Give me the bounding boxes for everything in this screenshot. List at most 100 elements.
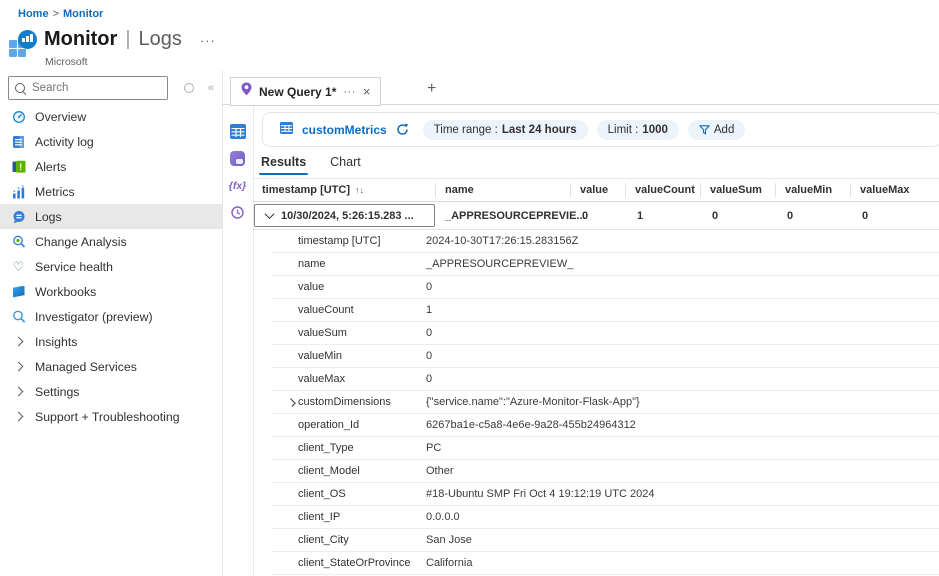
sort-icons[interactable]: ↑↓ bbox=[355, 185, 364, 195]
sidebar-item-insights[interactable]: Insights bbox=[0, 329, 222, 354]
detail-row[interactable]: valueSum 0 bbox=[272, 322, 939, 345]
sidebar-item-support[interactable]: Support + Troubleshooting bbox=[0, 404, 222, 429]
results-tabs: Results Chart bbox=[259, 153, 363, 175]
new-tab-button[interactable]: + bbox=[427, 80, 436, 98]
column-header-value[interactable]: value bbox=[570, 179, 625, 201]
sidebar-item-settings[interactable]: Settings bbox=[0, 379, 222, 404]
grid-header: timestamp [UTC]↑↓ name value valueCount … bbox=[253, 178, 939, 202]
sidebar-item-label: Service health bbox=[35, 260, 113, 274]
detail-value: 0 bbox=[426, 327, 432, 339]
row-timestamp: 10/30/2024, 5:26:15.283 ... bbox=[281, 210, 414, 222]
detail-value: 0 bbox=[426, 281, 432, 293]
query-tab[interactable]: New Query 1* ··· × bbox=[230, 77, 381, 106]
collapse-sidebar-icon[interactable]: « bbox=[208, 82, 214, 94]
detail-row[interactable]: operation_Id 6267ba1e-c5a8-4e6e-9a28-455… bbox=[272, 414, 939, 437]
sidebar-item-activity-log[interactable]: Activity log bbox=[0, 129, 222, 154]
search-input[interactable] bbox=[30, 81, 161, 95]
row-value: 0 bbox=[570, 202, 625, 229]
sidebar-search[interactable] bbox=[8, 76, 168, 100]
sidebar: « Overview Activity log ! Alerts Metrics… bbox=[0, 70, 223, 576]
bar-chart-icon bbox=[11, 184, 26, 199]
detail-key: customDimensions bbox=[298, 396, 426, 408]
sidebar-item-label: Alerts bbox=[35, 160, 66, 174]
detail-key: client_OS bbox=[298, 488, 426, 500]
row-name: _APPRESOURCEPREVIE... bbox=[435, 202, 570, 229]
breadcrumb-monitor[interactable]: Monitor bbox=[63, 8, 103, 20]
column-header-valuesum[interactable]: valueSum bbox=[700, 179, 775, 201]
detail-row[interactable]: client_StateOrProvince California bbox=[272, 552, 939, 575]
column-header-valuemax[interactable]: valueMax bbox=[850, 179, 939, 201]
limit-value: 1000 bbox=[642, 124, 668, 136]
menu-options-icon[interactable] bbox=[184, 83, 194, 93]
limit-pill[interactable]: Limit : 1000 bbox=[597, 120, 679, 140]
detail-row[interactable]: client_OS #18-Ubuntu SMP Fri Oct 4 19:12… bbox=[272, 483, 939, 506]
sidebar-item-label: Activity log bbox=[35, 135, 94, 149]
selected-timestamp-cell[interactable]: 10/30/2024, 5:26:15.283 ... bbox=[254, 204, 435, 227]
column-header-name[interactable]: name bbox=[435, 179, 570, 201]
sidebar-item-investigator[interactable]: Investigator (preview) bbox=[0, 304, 222, 329]
sidebar-item-overview[interactable]: Overview bbox=[0, 104, 222, 129]
sidebar-item-label: Managed Services bbox=[35, 360, 137, 374]
page-title-section: Logs bbox=[139, 28, 182, 51]
detail-row[interactable]: client_Type PC bbox=[272, 437, 939, 460]
detail-row[interactable]: value 0 bbox=[272, 276, 939, 299]
detail-row[interactable]: client_Model Other bbox=[272, 460, 939, 483]
detail-row[interactable]: customDimensions {"service.name":"Azure-… bbox=[272, 391, 939, 414]
tab-chart[interactable]: Chart bbox=[328, 153, 363, 175]
detail-row[interactable]: client_IP 0.0.0.0 bbox=[272, 506, 939, 529]
more-options-icon[interactable]: ··· bbox=[200, 33, 216, 48]
tables-panel-icon[interactable] bbox=[222, 118, 253, 145]
tab-results[interactable]: Results bbox=[259, 153, 308, 175]
column-header-valuecount[interactable]: valueCount bbox=[625, 179, 700, 201]
detail-key: valueMax bbox=[298, 373, 426, 385]
detail-value: 1 bbox=[426, 304, 432, 316]
limit-label: Limit : bbox=[608, 124, 639, 136]
functions-panel-icon[interactable]: {fx} bbox=[222, 172, 253, 199]
detail-key: client_StateOrProvince bbox=[298, 557, 426, 569]
breadcrumb-home[interactable]: Home bbox=[18, 8, 49, 20]
column-header-valuemin[interactable]: valueMin bbox=[775, 179, 850, 201]
sidebar-item-alerts[interactable]: ! Alerts bbox=[0, 154, 222, 179]
selected-table-link[interactable]: customMetrics bbox=[302, 123, 387, 137]
chevron-right-icon bbox=[11, 359, 26, 374]
detail-value: #18-Ubuntu SMP Fri Oct 4 19:12:19 UTC 20… bbox=[426, 488, 654, 500]
query-pin-icon bbox=[241, 82, 252, 101]
chevron-down-icon[interactable] bbox=[265, 209, 275, 219]
query-history-icon[interactable] bbox=[222, 199, 253, 226]
detail-key: name bbox=[298, 258, 426, 270]
sidebar-item-change-analysis[interactable]: Change Analysis bbox=[0, 229, 222, 254]
detail-value: 0 bbox=[426, 350, 432, 362]
queries-panel-icon[interactable] bbox=[222, 145, 253, 172]
tab-close-icon[interactable]: × bbox=[363, 84, 371, 99]
time-range-pill[interactable]: Time range : Last 24 hours bbox=[423, 120, 588, 140]
detail-row[interactable]: client_City San Jose bbox=[272, 529, 939, 552]
detail-row[interactable]: valueCount 1 bbox=[272, 299, 939, 322]
sidebar-item-service-health[interactable]: ♡ Service health bbox=[0, 254, 222, 279]
detail-key: client_Type bbox=[298, 442, 426, 454]
alert-icon: ! bbox=[11, 159, 26, 174]
column-header-timestamp[interactable]: timestamp [UTC]↑↓ bbox=[253, 179, 435, 201]
detail-row[interactable]: valueMax 0 bbox=[272, 368, 939, 391]
sidebar-item-label: Metrics bbox=[35, 185, 75, 199]
query-tab-label: New Query 1* bbox=[259, 85, 336, 99]
magnifier-icon bbox=[11, 309, 26, 324]
chevron-right-icon[interactable] bbox=[286, 399, 298, 406]
detail-row[interactable]: name _APPRESOURCEPREVIEW_ bbox=[272, 253, 939, 276]
search-icon bbox=[15, 83, 25, 93]
sidebar-item-logs[interactable]: Logs bbox=[0, 204, 222, 229]
sidebar-item-metrics[interactable]: Metrics bbox=[0, 179, 222, 204]
sidebar-item-label: Support + Troubleshooting bbox=[35, 410, 180, 424]
detail-key: client_Model bbox=[298, 465, 426, 477]
tab-more-icon[interactable]: ··· bbox=[343, 86, 356, 98]
row-valuecount: 1 bbox=[625, 202, 700, 229]
add-filter-pill[interactable]: Add bbox=[688, 120, 745, 140]
sidebar-item-managed-services[interactable]: Managed Services bbox=[0, 354, 222, 379]
detail-row[interactable]: timestamp [UTC] 2024-10-30T17:26:15.2831… bbox=[272, 230, 939, 253]
refresh-icon[interactable] bbox=[396, 123, 409, 136]
table-row[interactable]: 10/30/2024, 5:26:15.283 ... _APPRESOURCE… bbox=[253, 202, 939, 230]
sidebar-item-workbooks[interactable]: Workbooks bbox=[0, 279, 222, 304]
expanded-row-details: timestamp [UTC] 2024-10-30T17:26:15.2831… bbox=[272, 230, 939, 576]
azure-monitor-logs-screen: Home>Monitor Monitor | Logs ··· Microsof… bbox=[0, 0, 939, 576]
detail-row[interactable]: valueMin 0 bbox=[272, 345, 939, 368]
row-valuesum: 0 bbox=[700, 202, 775, 229]
